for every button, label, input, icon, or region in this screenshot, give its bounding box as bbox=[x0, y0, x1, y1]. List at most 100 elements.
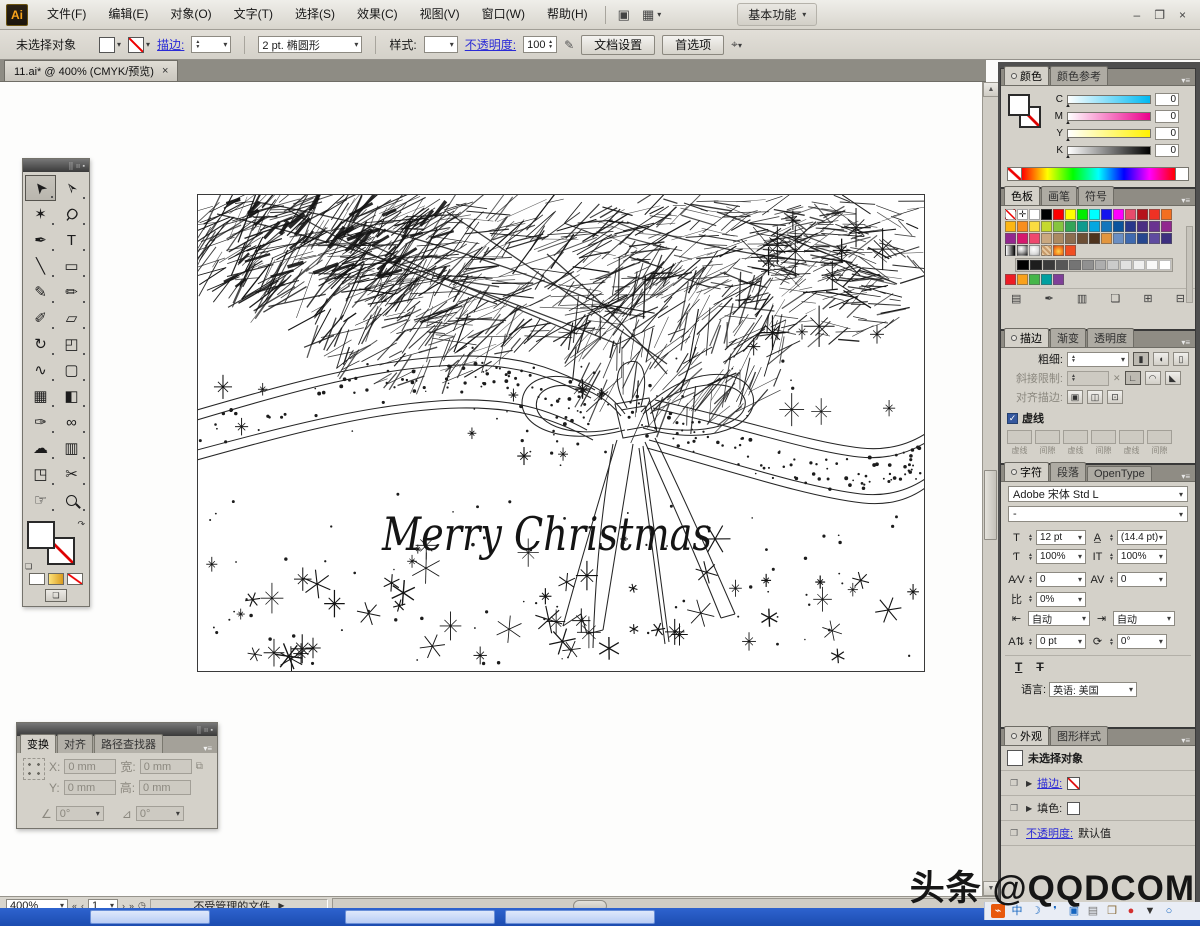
swatch[interactable] bbox=[1137, 233, 1148, 244]
gray-swatch[interactable] bbox=[1017, 260, 1029, 270]
pencil-tool[interactable]: ✏ bbox=[56, 279, 87, 305]
panel-menu-icon[interactable]: ▾≡ bbox=[1179, 472, 1192, 481]
paintbrush-tool[interactable]: ✎ bbox=[25, 279, 56, 305]
rotate-angle-dropdown[interactable]: 0°▾ bbox=[56, 806, 104, 821]
visibility-icon[interactable]: ❐ bbox=[1007, 778, 1021, 789]
swatch[interactable] bbox=[1041, 245, 1052, 256]
swatch[interactable] bbox=[1065, 245, 1076, 256]
close-button[interactable]: × bbox=[1179, 8, 1186, 22]
document-setup-button[interactable]: 文档设置 bbox=[581, 35, 655, 55]
tab-graphic-styles[interactable]: 图形样式 bbox=[1050, 726, 1108, 745]
tab-color[interactable]: 颜色 bbox=[1004, 66, 1049, 85]
swatch[interactable] bbox=[1053, 245, 1064, 256]
swatch[interactable] bbox=[1029, 209, 1040, 220]
character-rotation-field[interactable]: 0°▾ bbox=[1117, 634, 1167, 649]
workspace-switcher[interactable]: 基本功能 ▾ bbox=[737, 3, 817, 26]
mesh-tool[interactable]: ▦ bbox=[25, 383, 56, 409]
swatch[interactable] bbox=[1101, 221, 1112, 232]
taskbar-button[interactable] bbox=[345, 910, 495, 924]
swatch[interactable] bbox=[1149, 233, 1160, 244]
expand-icon[interactable]: ▶ bbox=[1026, 779, 1032, 788]
x-field[interactable]: 0 mm bbox=[64, 759, 116, 774]
arrange-documents-button[interactable]: ▦ ▾ bbox=[636, 5, 667, 25]
height-field[interactable]: 0 mm bbox=[139, 780, 191, 795]
stroke-color-dropdown[interactable]: ▾ bbox=[128, 37, 150, 53]
miter-limit-field[interactable]: ▲▼ bbox=[1067, 371, 1109, 386]
fill-color-dropdown[interactable]: ▾ bbox=[99, 37, 121, 53]
tab-character[interactable]: 字符 bbox=[1004, 462, 1049, 481]
selection-tool[interactable]: ➤ bbox=[25, 175, 56, 201]
channel-slider[interactable]: ▲ bbox=[1067, 146, 1151, 155]
tab-paragraph[interactable]: 段落 bbox=[1050, 462, 1086, 481]
channel-value[interactable]: 0 bbox=[1155, 144, 1179, 157]
channel-value[interactable]: 0 bbox=[1155, 110, 1179, 123]
font-size-field[interactable]: 12 pt▾ bbox=[1036, 530, 1086, 545]
channel-value[interactable]: 0 bbox=[1155, 93, 1179, 106]
swatches-scrollbar[interactable] bbox=[1186, 226, 1193, 303]
gray-swatch[interactable] bbox=[1120, 260, 1132, 270]
align-center-button[interactable]: ▣ bbox=[1067, 390, 1083, 404]
eraser-tool[interactable]: ▱ bbox=[56, 305, 87, 331]
gray-swatch[interactable] bbox=[1030, 260, 1042, 270]
expand-icon[interactable]: ▶ bbox=[1026, 804, 1032, 813]
swatch[interactable] bbox=[1017, 274, 1028, 285]
kerning-field[interactable]: 0▾ bbox=[1036, 572, 1086, 587]
slider-marker-icon[interactable]: ▲ bbox=[1065, 103, 1071, 109]
proportional-spacing-field[interactable]: 0%▾ bbox=[1036, 592, 1086, 607]
stroke-none-swatch[interactable] bbox=[1067, 777, 1080, 790]
swatch[interactable] bbox=[1005, 274, 1016, 285]
swatch[interactable] bbox=[1113, 233, 1124, 244]
slice-tool[interactable]: ✂ bbox=[56, 461, 87, 487]
gray-swatch[interactable] bbox=[1095, 260, 1107, 270]
tab-transform[interactable]: 变换 bbox=[20, 734, 56, 753]
stroke-weight-dropdown[interactable]: ▲▼▾ bbox=[1067, 352, 1129, 367]
menu-item-5[interactable]: 效果(C) bbox=[346, 0, 409, 29]
scroll-up-icon[interactable]: ▲ bbox=[983, 82, 999, 97]
tab-symbols[interactable]: 符号 bbox=[1078, 186, 1114, 205]
canvas-area[interactable]: Merry Christmas ⣿ ⠶ ▪ ➤➢✶Ϙ✒T╲▭✎✏✐▱↻◰∿▢▦◧… bbox=[0, 82, 982, 896]
swatch[interactable] bbox=[1053, 221, 1064, 232]
lasso-tool[interactable]: Ϙ bbox=[56, 201, 87, 227]
vertical-scale-field[interactable]: 100%▾ bbox=[1036, 549, 1086, 564]
dash-field-0[interactable] bbox=[1007, 430, 1032, 444]
swatch[interactable] bbox=[1053, 233, 1064, 244]
stroke-panel-link[interactable]: 描边: bbox=[157, 36, 184, 53]
tab-color-guide[interactable]: 颜色参考 bbox=[1050, 66, 1108, 85]
swatch[interactable] bbox=[1101, 233, 1112, 244]
tab-stroke[interactable]: 描边 bbox=[1004, 328, 1049, 347]
graph-tool[interactable]: ▥ bbox=[56, 435, 87, 461]
cap-projecting-button[interactable]: ▯ bbox=[1173, 352, 1189, 366]
menu-item-8[interactable]: 帮助(H) bbox=[536, 0, 599, 29]
gray-swatch[interactable] bbox=[1056, 260, 1068, 270]
dash-field-3[interactable] bbox=[1091, 430, 1116, 444]
swatch[interactable] bbox=[1029, 221, 1040, 232]
opacity-panel-link[interactable]: 不透明度: bbox=[465, 36, 516, 53]
show-swatch-kinds-button[interactable]: ▥ bbox=[1077, 292, 1087, 305]
symbol-sprayer-tool[interactable]: ☁ bbox=[25, 435, 56, 461]
scale-tool[interactable]: ◰ bbox=[56, 331, 87, 357]
swatch[interactable] bbox=[1053, 274, 1064, 285]
font-family-dropdown[interactable]: Adobe 宋体 Std L▾ bbox=[1008, 486, 1188, 502]
underline-button[interactable]: T bbox=[1015, 660, 1022, 674]
color-group-button[interactable]: ✒ bbox=[1045, 292, 1054, 305]
dash-field-2[interactable] bbox=[1063, 430, 1088, 444]
fill-white-swatch[interactable] bbox=[1067, 802, 1080, 815]
channel-slider[interactable]: ▲ bbox=[1067, 129, 1151, 138]
gradient-mode-button[interactable] bbox=[48, 573, 64, 585]
font-style-dropdown[interactable]: -▾ bbox=[1008, 506, 1188, 522]
swatch[interactable] bbox=[1137, 209, 1148, 220]
delete-swatch-button[interactable]: ⊟ bbox=[1176, 292, 1185, 305]
tab-transparency[interactable]: 透明度 bbox=[1087, 328, 1134, 347]
eyedropper-tool[interactable]: ✑ bbox=[25, 409, 56, 435]
cap-butt-button[interactable]: ▮ bbox=[1133, 352, 1149, 366]
align-outside-button[interactable]: ⊡ bbox=[1107, 390, 1123, 404]
swatch[interactable] bbox=[1113, 209, 1124, 220]
swatch[interactable] bbox=[1005, 209, 1016, 220]
fill-stroke-proxy[interactable]: ↷ ❏ bbox=[23, 517, 89, 571]
swatch[interactable] bbox=[1161, 221, 1172, 232]
channel-slider[interactable]: ▲ bbox=[1067, 112, 1151, 121]
swatch[interactable] bbox=[1113, 221, 1124, 232]
insert-space-left-dropdown[interactable]: 自动▾ bbox=[1028, 611, 1090, 626]
baseline-shift-field[interactable]: 0 pt▾ bbox=[1036, 634, 1086, 649]
vertical-scrollbar[interactable]: ▲ ▼ bbox=[982, 82, 998, 896]
